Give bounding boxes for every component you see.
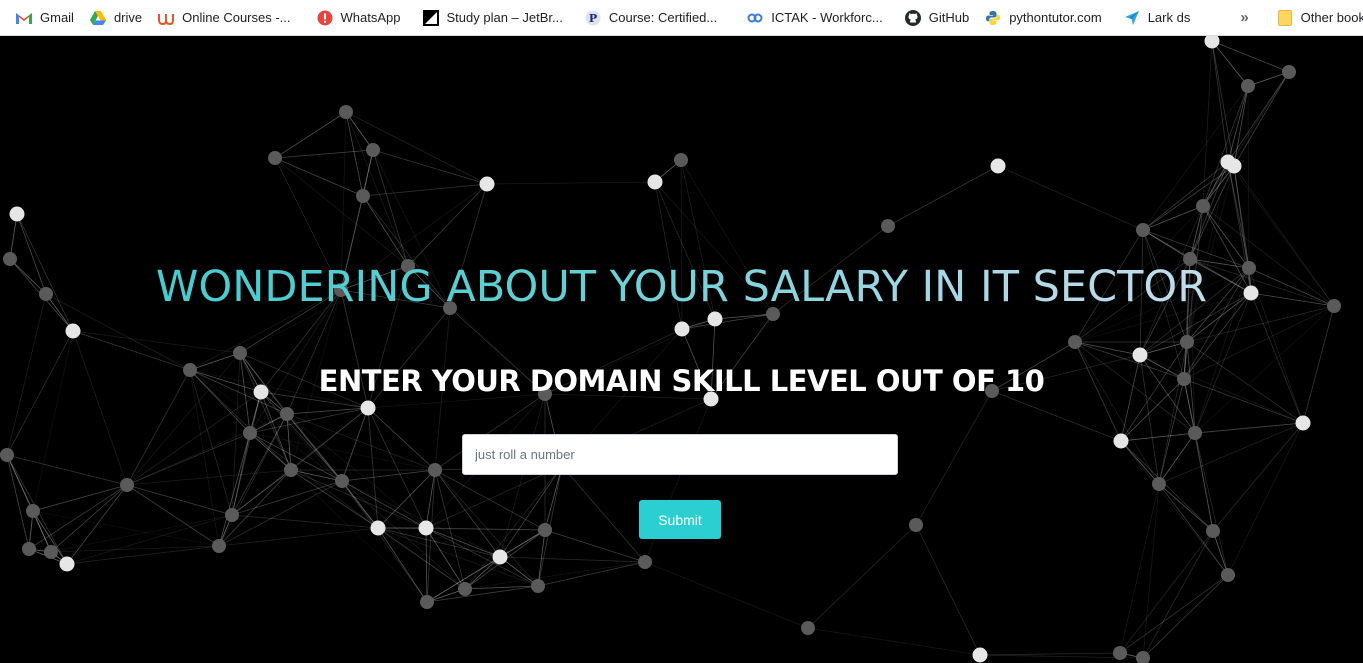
gmail-icon — [16, 10, 32, 26]
network-node — [1180, 335, 1194, 349]
folder-icon — [1277, 9, 1293, 26]
bookmark-label: Lark ds — [1147, 10, 1191, 25]
other-bookmarks-folder[interactable]: Other bookmarks — [1271, 4, 1363, 32]
bookmark-label: Gmail — [40, 10, 74, 25]
network-node — [707, 311, 723, 327]
udemy-icon — [158, 10, 175, 26]
network-node — [420, 595, 434, 609]
bookmark-label: Course: Certified... — [608, 10, 718, 25]
network-node — [881, 219, 895, 233]
network-node — [972, 647, 988, 663]
network-node — [26, 504, 40, 518]
network-node — [531, 579, 545, 593]
network-node — [479, 176, 495, 192]
network-node — [1196, 199, 1210, 213]
bookmark-course[interactable]: P Course: Certified... — [579, 4, 723, 32]
drive-icon — [89, 10, 106, 26]
whatsapp-icon — [317, 10, 333, 26]
network-node — [674, 153, 688, 167]
network-node — [1241, 79, 1255, 93]
bookmarks-overflow-button[interactable]: » — [1232, 9, 1256, 26]
bookmark-label: drive — [113, 10, 143, 25]
network-node — [1113, 646, 1127, 660]
network-node — [1132, 347, 1148, 363]
bookmark-label: ICTAK - Workforc... — [771, 10, 883, 25]
bookmark-github[interactable]: GitHub — [899, 4, 975, 32]
network-node — [243, 426, 257, 440]
network-node — [360, 400, 376, 416]
network-node — [801, 621, 815, 635]
network-node — [418, 520, 434, 536]
network-node — [212, 539, 226, 553]
network-node — [909, 518, 923, 532]
network-node — [284, 463, 298, 477]
network-nodes — [0, 36, 1341, 663]
network-node — [1136, 223, 1150, 237]
network-node — [1204, 36, 1220, 49]
network-node — [1226, 158, 1242, 174]
bookmark-label: Study plan – JetBr... — [446, 10, 563, 25]
bookmark-drive[interactable]: drive — [84, 4, 148, 32]
hero-section: WONDERING ABOUT YOUR SALARY IN IT SECTOR… — [0, 36, 1363, 663]
network-node — [59, 556, 75, 572]
bookmark-label: GitHub — [928, 10, 970, 25]
network-node — [1282, 65, 1296, 79]
bookmark-online-courses[interactable]: Online Courses -... — [152, 4, 296, 32]
network-node — [65, 323, 81, 339]
network-node — [22, 542, 36, 556]
network-node — [0, 448, 14, 462]
network-node — [225, 508, 239, 522]
jetbrains-icon — [422, 9, 439, 26]
network-node — [233, 346, 247, 360]
bookmark-label: Online Courses -... — [182, 10, 291, 25]
network-node — [370, 520, 386, 536]
network-node — [120, 478, 134, 492]
network-node — [458, 582, 472, 596]
network-node — [1295, 415, 1311, 431]
other-bookmarks-label: Other bookmarks — [1300, 10, 1363, 25]
network-node — [339, 105, 353, 119]
network-node — [268, 151, 282, 165]
bookmark-label: pythontutor.com — [1009, 10, 1102, 25]
network-node — [990, 158, 1006, 174]
network-node — [9, 206, 25, 222]
network-node — [1221, 568, 1235, 582]
network-node — [674, 321, 690, 337]
github-icon — [904, 9, 921, 26]
network-node — [1152, 477, 1166, 491]
bookmark-label: WhatsApp — [340, 10, 401, 25]
ictak-icon — [747, 10, 763, 26]
network-node — [638, 555, 652, 569]
svg-text:P: P — [589, 12, 597, 25]
bookmark-ictak[interactable]: ICTAK - Workforc... — [741, 4, 888, 32]
network-node — [280, 407, 294, 421]
network-node — [44, 545, 58, 559]
bookmarks-bar: Gmail drive Online Courses -... WhatsApp… — [0, 0, 1363, 36]
network-node — [1068, 335, 1082, 349]
skill-level-input[interactable] — [462, 434, 898, 475]
bookmark-lark[interactable]: Lark ds — [1118, 4, 1197, 32]
bookmark-pythontutor[interactable]: pythontutor.com — [979, 4, 1108, 32]
network-node — [366, 143, 380, 157]
network-node — [647, 174, 663, 190]
bookmark-whatsapp[interactable]: WhatsApp — [311, 4, 407, 32]
network-node — [492, 549, 508, 565]
hero-subtitle: ENTER YOUR DOMAIN SKILL LEVEL OUT OF 10 — [318, 364, 1045, 398]
lark-icon — [1124, 10, 1140, 26]
particle-network-background — [0, 36, 1341, 663]
network-node — [1113, 433, 1129, 449]
course-icon: P — [585, 10, 601, 26]
network-node — [335, 474, 349, 488]
bookmark-gmail[interactable]: Gmail — [10, 4, 80, 32]
network-node — [428, 463, 442, 477]
network-node — [1206, 524, 1220, 538]
network-node — [1188, 426, 1202, 440]
bookmark-study-plan[interactable]: Study plan – JetBr... — [417, 4, 569, 32]
network-node — [538, 523, 552, 537]
network-node — [356, 189, 370, 203]
hero-title: WONDERING ABOUT YOUR SALARY IN IT SECTOR — [0, 262, 1363, 312]
submit-button[interactable]: Submit — [639, 500, 721, 539]
python-icon — [985, 10, 1001, 26]
